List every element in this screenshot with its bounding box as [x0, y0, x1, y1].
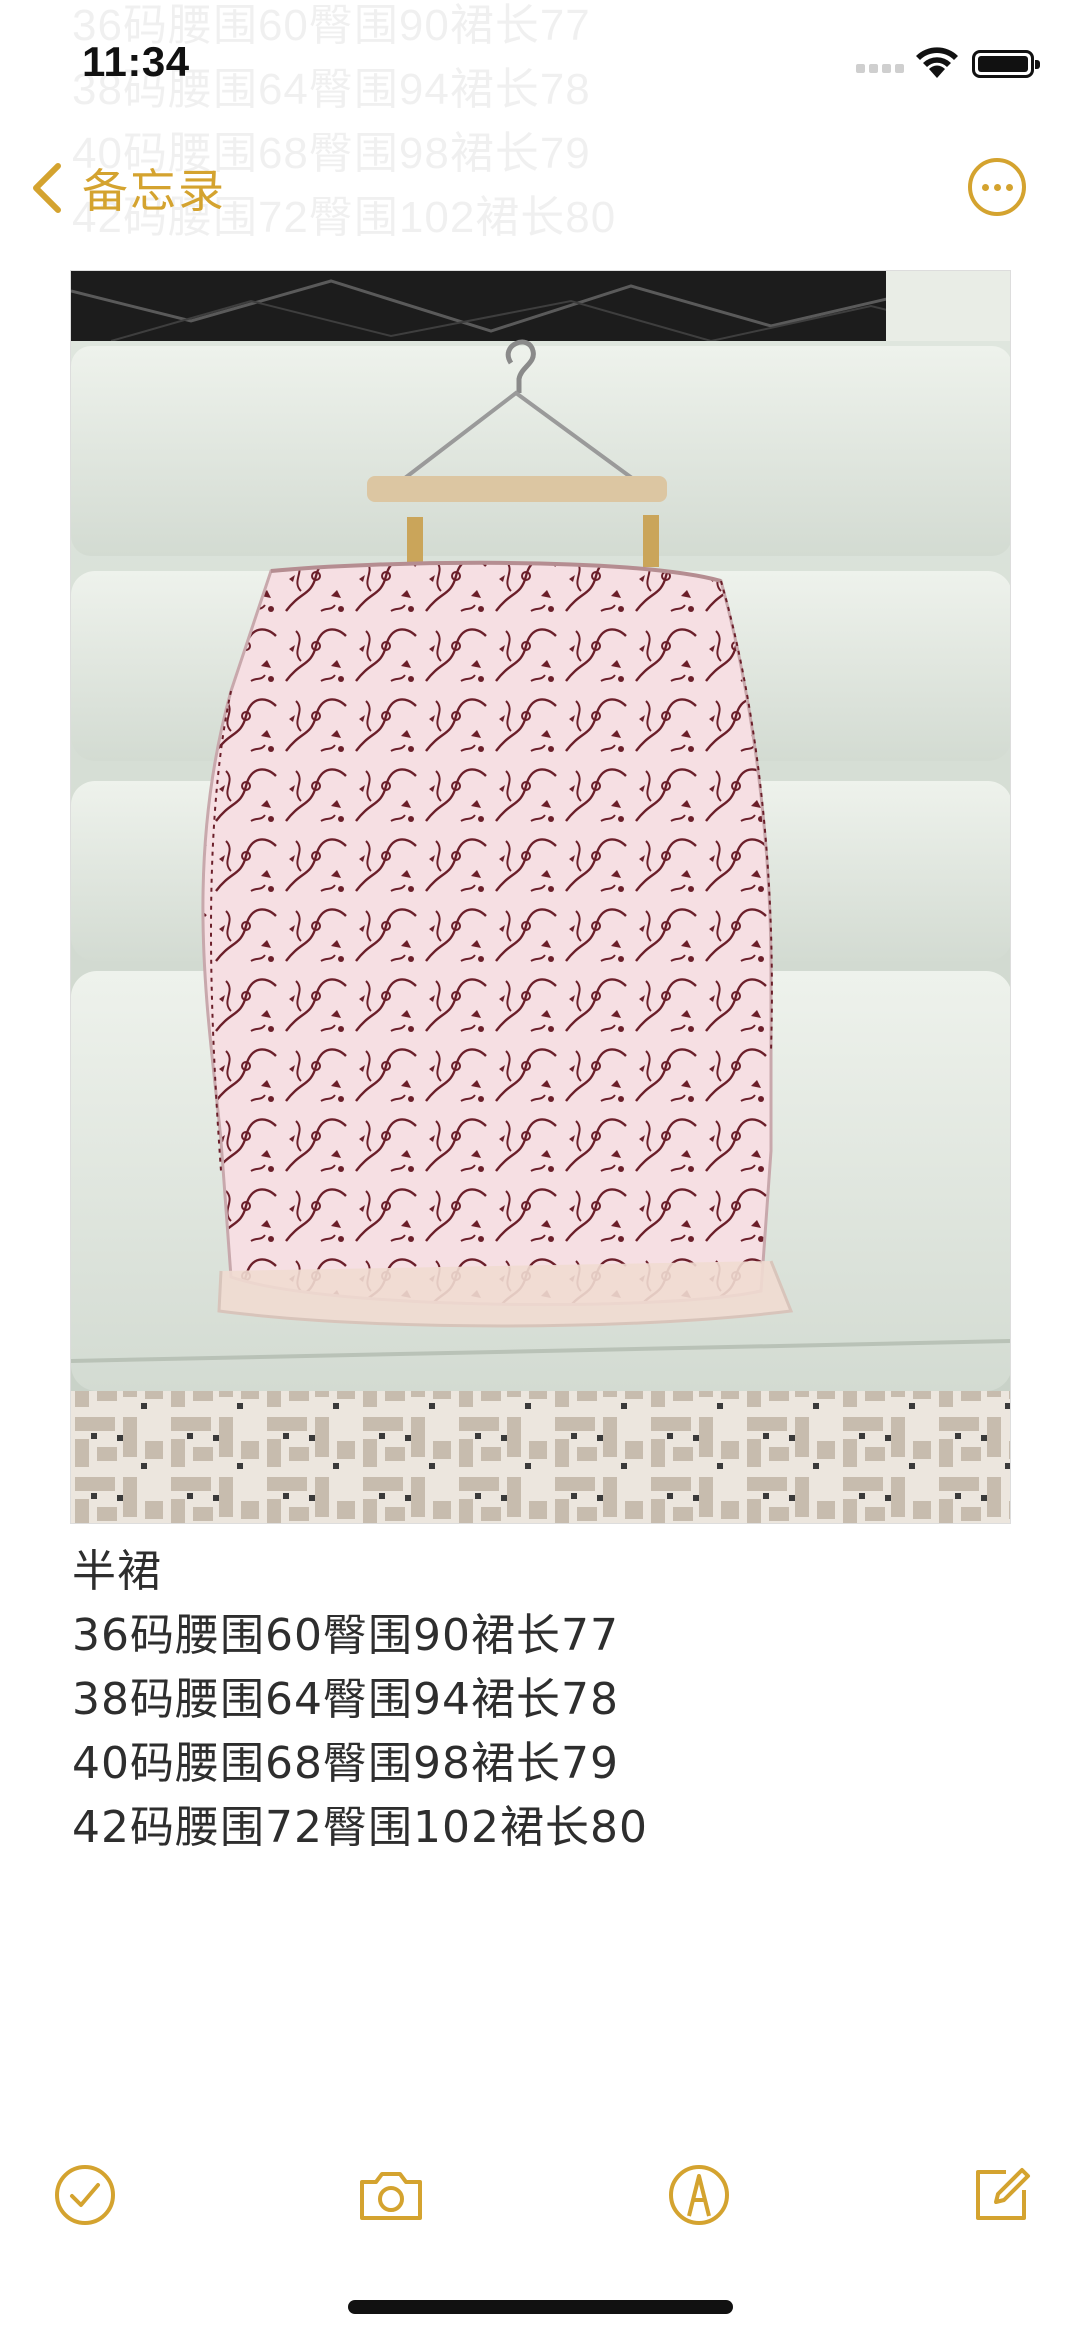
note-photo[interactable] — [70, 270, 1011, 1524]
status-bar: 11:34 — [0, 0, 1080, 130]
compose-icon[interactable] — [966, 2160, 1036, 2230]
home-indicator[interactable] — [348, 2300, 733, 2314]
battery-icon — [972, 50, 1040, 78]
markup-icon[interactable] — [664, 2160, 734, 2230]
chevron-left-icon — [33, 163, 61, 213]
back-button[interactable]: 备忘录 — [30, 158, 226, 218]
more-options-button[interactable] — [968, 158, 1026, 216]
note-line: 36码腰围60臀围90裙长77 — [72, 1610, 619, 1661]
back-button-label: 备忘录 — [82, 164, 226, 218]
note-line: 42码腰围72臀围102裙长80 — [72, 1802, 648, 1853]
note-line: 40码腰围68臀围98裙长79 — [72, 1738, 619, 1789]
note-title: 半裙 — [72, 1546, 162, 1597]
skirt-image — [201, 560, 794, 1328]
notes-page: 36码腰围60臀围90裙长77 38码腰围64臀围94裙长78 40码腰围68臀… — [0, 0, 1080, 2337]
skirt-photo-illustration — [71, 271, 1010, 1523]
note-body[interactable]: 半裙 36码腰围60臀围90裙长77 38码腰围64臀围94裙长78 40码腰围… — [72, 1540, 1012, 1860]
wifi-icon — [916, 47, 958, 78]
checklist-icon[interactable] — [50, 2160, 120, 2230]
status-time: 11:34 — [82, 38, 190, 85]
camera-icon[interactable] — [356, 2160, 426, 2230]
bottom-toolbar — [0, 2150, 1080, 2250]
cellular-signal-icon — [856, 60, 908, 76]
note-line: 38码腰围64臀围94裙长78 — [72, 1674, 619, 1725]
navigation-bar: 备忘录 — [0, 140, 1080, 230]
